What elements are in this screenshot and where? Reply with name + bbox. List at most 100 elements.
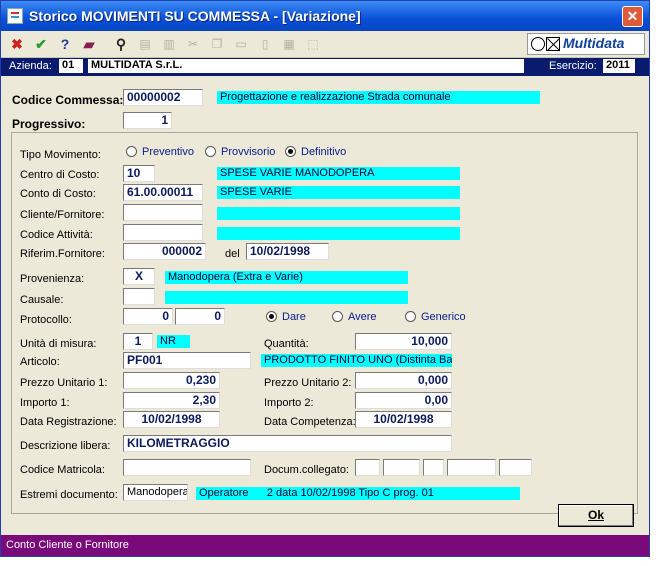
estremi-documento-label: Estremi documento:	[20, 489, 118, 501]
centro-costo-field[interactable]: 10	[123, 165, 155, 182]
help-icon[interactable]: ?	[55, 34, 75, 54]
descrizione-label: Descrizione libera:	[20, 440, 111, 452]
print-preview-icon[interactable]: ▥	[159, 34, 179, 54]
protocollo-field-2[interactable]: 0	[175, 308, 225, 325]
title-bar[interactable]: Storico MOVIMENTI SU COMMESSA - [Variazi…	[1, 1, 649, 31]
codice-attivita-desc	[217, 227, 460, 240]
riferim-date-field[interactable]: 10/02/1998	[246, 243, 329, 260]
main-window: Storico MOVIMENTI SU COMMESSA - [Variazi…	[0, 0, 650, 557]
progressivo-field[interactable]: 1	[123, 112, 172, 129]
brand-logo: Multidata	[527, 33, 645, 55]
importo-1-label: Importo 1:	[20, 397, 70, 409]
data-registrazione-field[interactable]: 10/02/1998	[123, 411, 220, 428]
causale-field[interactable]	[123, 288, 155, 305]
data-competenza-label: Data Competenza:	[264, 416, 356, 428]
esercizio-value: 2011	[603, 59, 635, 73]
binoculars-icon[interactable]: ⚲	[111, 34, 131, 54]
conto-costo-desc: SPESE VARIE	[217, 186, 460, 199]
book-icon[interactable]: ▰	[79, 34, 99, 54]
radio-avere[interactable]	[332, 311, 343, 322]
provenienza-label: Provenienza:	[20, 273, 85, 285]
protocollo-field-1[interactable]: 0	[123, 308, 173, 325]
window-title: Storico MOVIMENTI SU COMMESSA - [Variazi…	[29, 8, 361, 24]
cliente-label: Cliente/Fornitore:	[20, 209, 105, 221]
radio-generico[interactable]	[405, 311, 416, 322]
unita-misura-desc: NR	[157, 335, 190, 348]
print-icon[interactable]: ▤	[135, 34, 155, 54]
copy-icon[interactable]: ❐	[207, 34, 227, 54]
radio-dare-label: Dare	[282, 311, 306, 323]
quantita-field[interactable]: 10,000	[355, 333, 452, 350]
cut-icon[interactable]: ✂	[183, 34, 203, 54]
codice-matricola-field[interactable]	[123, 459, 251, 476]
radio-definitivo-label: Definitivo	[301, 146, 347, 158]
descrizione-field[interactable]: KILOMETRAGGIO	[123, 435, 452, 452]
paste-icon[interactable]: ▭	[231, 34, 251, 54]
unita-misura-label: Unità di misura:	[20, 338, 97, 350]
status-bar: Conto Cliente o Fornitore	[1, 535, 649, 556]
provenienza-desc: Manodopera (Extra e Varie)	[165, 271, 408, 284]
codice-attivita-label: Codice Attività:	[20, 229, 93, 241]
unita-misura-field[interactable]: 1	[123, 333, 153, 350]
docum-collegato-field-3[interactable]	[423, 459, 444, 476]
del-label: del	[225, 248, 240, 260]
prezzo-unitario-1-field[interactable]: 0,230	[123, 372, 220, 389]
docum-collegato-label: Docum.collegato:	[264, 464, 349, 476]
azienda-label: Azienda:	[9, 60, 52, 72]
data-registrazione-label: Data Registrazione:	[20, 416, 117, 428]
app-icon	[7, 8, 23, 24]
provenienza-field[interactable]: X	[123, 268, 155, 285]
estremi-documento-field[interactable]: Manodopera	[123, 484, 188, 501]
codice-commessa-field[interactable]: 00000002	[123, 89, 203, 106]
radio-definitivo[interactable]	[285, 146, 296, 157]
riferim-fornitore-label: Riferim.Fornitore:	[20, 248, 105, 260]
cliente-desc	[217, 207, 460, 220]
radio-avere-label: Avere	[348, 311, 377, 323]
centro-costo-desc: SPESE VARIE MANODOPERA	[217, 167, 460, 180]
causale-desc	[165, 291, 408, 304]
prezzo-unitario-2-label: Prezzo Unitario 2:	[264, 377, 352, 389]
cliente-field[interactable]	[123, 204, 203, 221]
esercizio-label: Esercizio:	[549, 60, 597, 72]
ok-button[interactable]: Ok	[558, 504, 634, 527]
azienda-code: 01	[59, 59, 83, 73]
prezzo-unitario-1-label: Prezzo Unitario 1:	[20, 377, 108, 389]
codice-commessa-label: Codice Commessa:	[12, 93, 124, 107]
radio-dare[interactable]	[266, 311, 277, 322]
radio-provvisorio[interactable]	[205, 146, 216, 157]
radio-preventivo[interactable]	[126, 146, 137, 157]
importo-2-field[interactable]: 0,00	[355, 392, 452, 409]
confirm-check-icon[interactable]: ✔	[31, 34, 51, 54]
prezzo-unitario-2-field[interactable]: 0,000	[355, 372, 452, 389]
company-bar: Azienda: 01 MULTIDATA S.r.L. Esercizio: …	[1, 58, 649, 76]
docum-collegato-field-1[interactable]	[355, 459, 380, 476]
docum-collegato-field-5[interactable]	[499, 459, 532, 476]
protocollo-label: Protocollo:	[20, 314, 72, 326]
articolo-field[interactable]: PF001	[123, 352, 251, 369]
tipo-movimento-label: Tipo Movimento:	[20, 149, 101, 161]
radio-provvisorio-label: Provvisorio	[221, 146, 276, 158]
riferim-fornitore-field[interactable]: 000002	[123, 243, 206, 260]
close-button[interactable]: ✕	[622, 6, 643, 27]
conto-costo-field[interactable]: 61.00.00011	[123, 184, 203, 201]
importo-2-label: Importo 2:	[264, 397, 314, 409]
importo-1-field[interactable]: 2,30	[123, 392, 220, 409]
codice-commessa-desc: Progettazione e realizzazione Strada com…	[217, 91, 540, 104]
causale-label: Causale:	[20, 294, 64, 306]
articolo-label: Articolo:	[20, 356, 60, 368]
docum-collegato-field-2[interactable]	[383, 459, 420, 476]
codice-attivita-field[interactable]	[123, 224, 203, 241]
conto-costo-label: Conto di Costo:	[20, 188, 96, 200]
close-x-icon[interactable]: ✖	[7, 34, 27, 54]
radio-preventivo-label: Preventivo	[142, 146, 194, 158]
data-competenza-field[interactable]: 10/02/1998	[355, 411, 452, 428]
centro-costo-label: Centro di Costo:	[20, 169, 100, 181]
docum-collegato-field-4[interactable]	[447, 459, 496, 476]
select-icon[interactable]: ⬚	[303, 34, 323, 54]
progressivo-label: Progressivo:	[12, 117, 86, 131]
new-doc-icon[interactable]: ▯	[255, 34, 275, 54]
articolo-desc: PRODOTTO FINITO UNO (Distinta Base)	[261, 354, 452, 367]
radio-generico-label: Generico	[421, 311, 466, 323]
filter-icon[interactable]: ▦	[279, 34, 299, 54]
azienda-name: MULTIDATA S.r.L.	[88, 59, 524, 73]
